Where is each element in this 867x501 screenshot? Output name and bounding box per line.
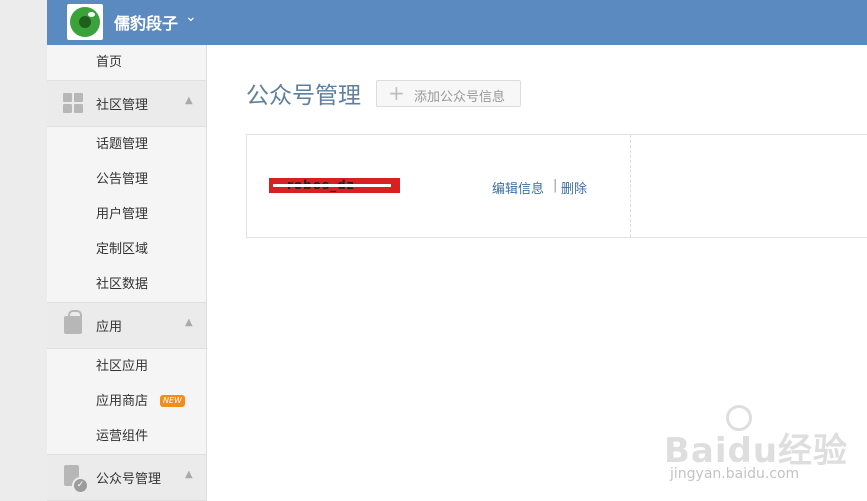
- section-title: 公众号管理: [96, 472, 162, 487]
- bag-icon: [64, 316, 82, 334]
- sidebar-item-home[interactable]: 首页: [47, 45, 206, 80]
- redacted-account-name: robos_dz: [269, 178, 400, 193]
- page-title: 公众号管理: [246, 83, 361, 109]
- section-title: 社区管理: [96, 98, 149, 113]
- sidebar-item-app-store[interactable]: 应用商店 NEW: [47, 384, 206, 419]
- sidebar-item-users[interactable]: 用户管理: [47, 197, 206, 232]
- logo-mark: [70, 7, 100, 37]
- watermark: Baidu经验 jingyan.baidu.com: [664, 405, 864, 495]
- left-edge: [0, 0, 47, 501]
- card-divider: [630, 135, 631, 237]
- delete-link[interactable]: 删除: [561, 178, 587, 197]
- section-apps[interactable]: 应用 ▲: [47, 302, 206, 349]
- check-icon: ✓: [72, 477, 89, 494]
- caret-up-icon: ▲: [185, 317, 193, 328]
- sidebar-item-community-apps[interactable]: 社区应用: [47, 349, 206, 384]
- account-card: robos_dz 编辑信息 | 删除: [246, 134, 867, 238]
- top-bar: 儒豹段子 ⌄: [47, 0, 867, 45]
- sidebar-item-topics[interactable]: 话题管理: [47, 127, 206, 162]
- section-community[interactable]: 社区管理 ▲: [47, 80, 206, 127]
- grid-icon: [63, 93, 83, 113]
- plus-icon: +: [388, 81, 405, 105]
- sidebar-item-announcements[interactable]: 公告管理: [47, 162, 206, 197]
- sidebar-item-community-data[interactable]: 社区数据: [47, 267, 206, 302]
- caret-up-icon: ▲: [185, 469, 193, 480]
- watermark-logo: Baidu经验: [664, 431, 849, 471]
- caret-up-icon: ▲: [185, 95, 193, 106]
- link-separator: |: [553, 178, 558, 193]
- add-account-label: 添加公众号信息: [414, 90, 506, 105]
- sidebar: 首页 社区管理 ▲ 话题管理 公告管理 用户管理 定制区域 社区数据 应用 ▲ …: [47, 45, 207, 501]
- edit-info-link[interactable]: 编辑信息: [492, 178, 544, 197]
- section-title: 应用: [96, 320, 123, 335]
- add-account-button[interactable]: + 添加公众号信息: [376, 80, 521, 107]
- chevron-down-icon[interactable]: ⌄: [185, 9, 197, 25]
- sidebar-item-custom-area[interactable]: 定制区域: [47, 232, 206, 267]
- sidebar-item-ops-widgets[interactable]: 运营组件: [47, 419, 206, 454]
- brand-logo[interactable]: [67, 4, 103, 40]
- brand-name[interactable]: 儒豹段子: [114, 10, 178, 34]
- new-badge: NEW: [160, 395, 185, 407]
- section-official-accounts[interactable]: ✓ 公众号管理 ▲: [47, 454, 206, 501]
- watermark-url: jingyan.baidu.com: [670, 466, 800, 482]
